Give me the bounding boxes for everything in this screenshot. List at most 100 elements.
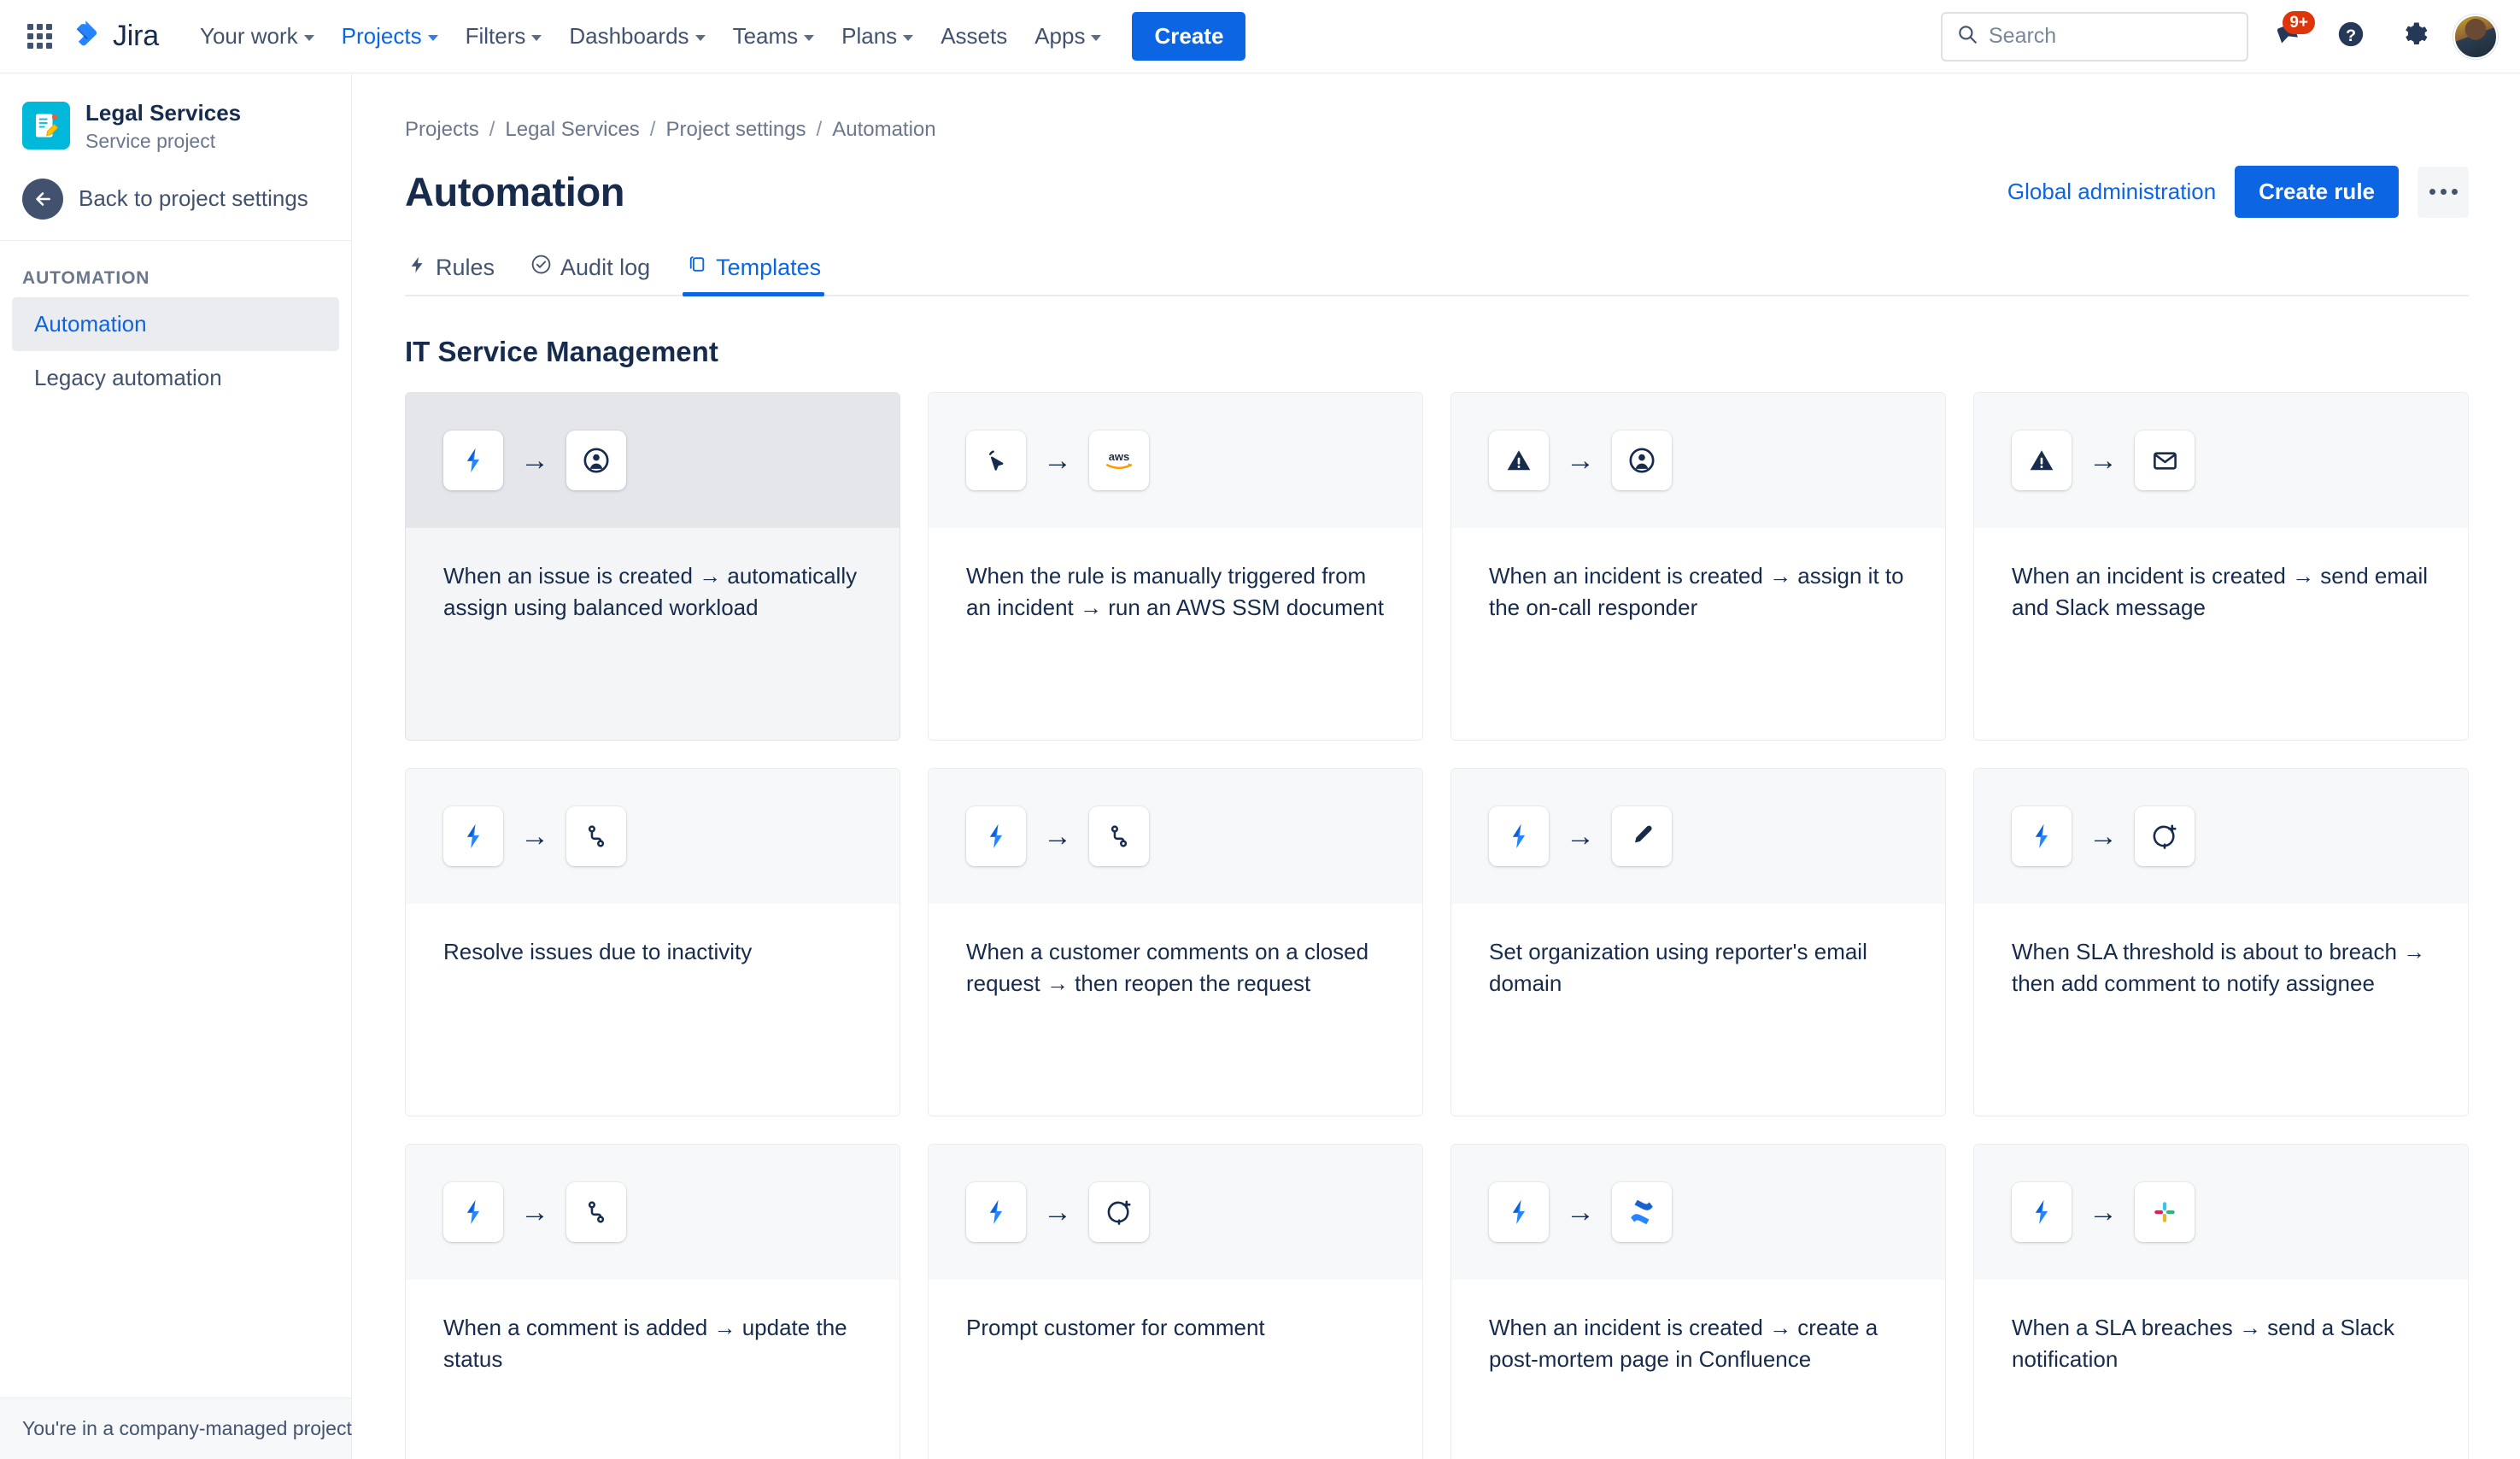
create-rule-button[interactable]: Create rule bbox=[2235, 166, 2399, 218]
person-circle-icon bbox=[1612, 431, 1672, 490]
jira-logo-icon bbox=[72, 19, 103, 54]
notifications-button[interactable]: 9+ bbox=[2264, 10, 2315, 61]
page-header: Automation Global administration Create … bbox=[405, 166, 2469, 218]
template-description: Resolve issues due to inactivity bbox=[443, 939, 753, 964]
nav-item-label: Assets bbox=[941, 23, 1008, 49]
template-card-body: Prompt customer for comment bbox=[929, 1280, 1422, 1459]
arrow-right-icon: → bbox=[1043, 1196, 1072, 1228]
breadcrumb-item-projects[interactable]: Projects bbox=[405, 118, 479, 142]
app-switcher-button[interactable] bbox=[19, 16, 60, 57]
template-card[interactable]: → When a SLA breaches → send a Slack not… bbox=[1973, 1144, 2469, 1459]
nav-item-projects[interactable]: Projects bbox=[330, 15, 450, 79]
template-card[interactable]: → When SLA threshold is about to breach … bbox=[1973, 768, 2469, 1116]
global-administration-link[interactable]: Global administration bbox=[2007, 179, 2216, 205]
template-card-icons: → bbox=[929, 769, 1422, 904]
template-card[interactable]: → When an issue is created → automatical… bbox=[405, 392, 900, 741]
check-circle-icon bbox=[530, 254, 552, 281]
template-card-body: When the rule is manually triggered from… bbox=[929, 528, 1422, 740]
nav-item-filters[interactable]: Filters bbox=[454, 15, 554, 58]
chevron-down-icon bbox=[1091, 34, 1102, 41]
chevron-down-icon bbox=[531, 34, 542, 41]
template-card[interactable]: → aws When the rule is manually triggere… bbox=[928, 392, 1423, 741]
template-card-icons: → bbox=[406, 769, 900, 904]
template-description: When an incident is created → assign it … bbox=[1489, 563, 1904, 620]
template-card-body: When an incident is created → create a p… bbox=[1451, 1280, 1945, 1459]
pencil-icon bbox=[1612, 806, 1672, 866]
template-card-icons: → aws bbox=[929, 393, 1422, 528]
nav-item-plans[interactable]: Plans bbox=[829, 15, 925, 58]
template-card[interactable]: → Prompt customer for comment bbox=[928, 1144, 1423, 1459]
person-circle-icon bbox=[566, 431, 626, 490]
nav-item-label: Filters bbox=[465, 23, 526, 49]
chevron-down-icon bbox=[427, 34, 438, 41]
breadcrumb-separator: / bbox=[649, 118, 656, 141]
jira-home-link[interactable]: Jira bbox=[72, 19, 159, 54]
arrow-right-icon: → bbox=[520, 1196, 549, 1228]
nav-item-assets[interactable]: Assets bbox=[929, 15, 1019, 58]
transition-icon bbox=[1089, 806, 1149, 866]
back-to-project-settings-link[interactable]: Back to project settings bbox=[0, 160, 351, 238]
breadcrumb-separator: / bbox=[489, 118, 495, 141]
sidebar-item-legacy-automation[interactable]: Legacy automation bbox=[12, 351, 339, 405]
envelope-icon bbox=[2135, 431, 2195, 490]
nav-item-your-work[interactable]: Your work bbox=[188, 15, 326, 58]
template-card-icons: → bbox=[1974, 393, 2468, 528]
template-card[interactable]: → Set organization using reporter's emai… bbox=[1450, 768, 1946, 1116]
tab-audit-log[interactable]: Audit log bbox=[527, 254, 653, 295]
template-card[interactable]: → When an incident is created → assign i… bbox=[1450, 392, 1946, 741]
tab-label: Templates bbox=[716, 254, 822, 280]
project-header[interactable]: Legal Services Service project bbox=[0, 73, 351, 160]
create-button[interactable]: Create bbox=[1132, 12, 1246, 61]
breadcrumb-item-automation[interactable]: Automation bbox=[832, 118, 935, 142]
nav-item-apps[interactable]: Apps bbox=[1023, 15, 1113, 58]
transition-icon bbox=[566, 806, 626, 866]
more-actions-button[interactable] bbox=[2417, 166, 2469, 218]
sidebar-item-automation[interactable]: Automation bbox=[12, 296, 339, 351]
nav-item-label: Projects bbox=[341, 23, 422, 49]
top-navigation-bar: Jira Your work Projects Filters Dashboar… bbox=[0, 0, 2520, 79]
chevron-down-icon bbox=[694, 34, 706, 41]
template-card-body: When SLA threshold is about to breach → … bbox=[1974, 904, 2468, 1116]
nav-item-dashboards[interactable]: Dashboards bbox=[557, 15, 717, 58]
template-card-icons: → bbox=[1451, 1145, 1945, 1280]
chevron-down-icon bbox=[903, 34, 914, 41]
jira-bolt-icon bbox=[443, 806, 503, 866]
breadcrumb-item-project-settings[interactable]: Project settings bbox=[665, 118, 806, 142]
arrow-right-icon: → bbox=[520, 820, 549, 853]
nav-item-label: Apps bbox=[1034, 23, 1086, 49]
template-card-body: When an issue is created → automatically… bbox=[406, 528, 900, 740]
ellipsis-icon bbox=[2429, 189, 2458, 195]
arrow-right-icon: → bbox=[1043, 444, 1072, 477]
search-input[interactable]: Search bbox=[1941, 11, 2248, 62]
arrow-right-icon: → bbox=[2089, 444, 2118, 477]
nav-item-label: Your work bbox=[200, 23, 298, 49]
template-description: Set organization using reporter's email … bbox=[1489, 939, 1867, 996]
arrow-right-icon: → bbox=[1043, 820, 1072, 853]
template-card[interactable]: → When an incident is created → create a… bbox=[1450, 1144, 1946, 1459]
template-card-icons: → bbox=[1451, 393, 1945, 528]
template-card[interactable]: → When an incident is created → send ema… bbox=[1973, 392, 2469, 741]
breadcrumb-item-legal-services[interactable]: Legal Services bbox=[505, 118, 639, 142]
comment-add-icon bbox=[2135, 806, 2195, 866]
template-card-icons: → bbox=[1451, 769, 1945, 904]
template-card[interactable]: → When a customer comments on a closed r… bbox=[928, 768, 1423, 1116]
template-card[interactable]: → When a comment is added → update the s… bbox=[405, 1144, 900, 1459]
nav-item-teams[interactable]: Teams bbox=[721, 15, 827, 58]
help-button[interactable]: ? bbox=[2327, 13, 2375, 61]
avatar[interactable] bbox=[2453, 14, 2498, 59]
settings-button[interactable] bbox=[2390, 13, 2438, 61]
tab-templates[interactable]: Templates bbox=[683, 254, 825, 296]
notepad-pencil-icon bbox=[22, 102, 70, 150]
arrow-left-circle-icon bbox=[22, 178, 63, 220]
jira-bolt-icon bbox=[966, 806, 1026, 866]
arrow-right-icon: → bbox=[1566, 1196, 1595, 1228]
sidebar-item-label: Automation bbox=[34, 310, 147, 337]
template-card-icons: → bbox=[406, 1145, 900, 1280]
confluence-icon bbox=[1612, 1182, 1672, 1242]
template-description: When a customer comments on a closed req… bbox=[966, 939, 1369, 996]
template-description: When the rule is manually triggered from… bbox=[966, 563, 1384, 620]
arrow-right-icon: → bbox=[1566, 444, 1595, 477]
template-card[interactable]: → Resolve issues due to inactivity bbox=[405, 768, 900, 1116]
gear-icon bbox=[2400, 20, 2429, 53]
tab-rules[interactable]: Rules bbox=[405, 255, 498, 295]
